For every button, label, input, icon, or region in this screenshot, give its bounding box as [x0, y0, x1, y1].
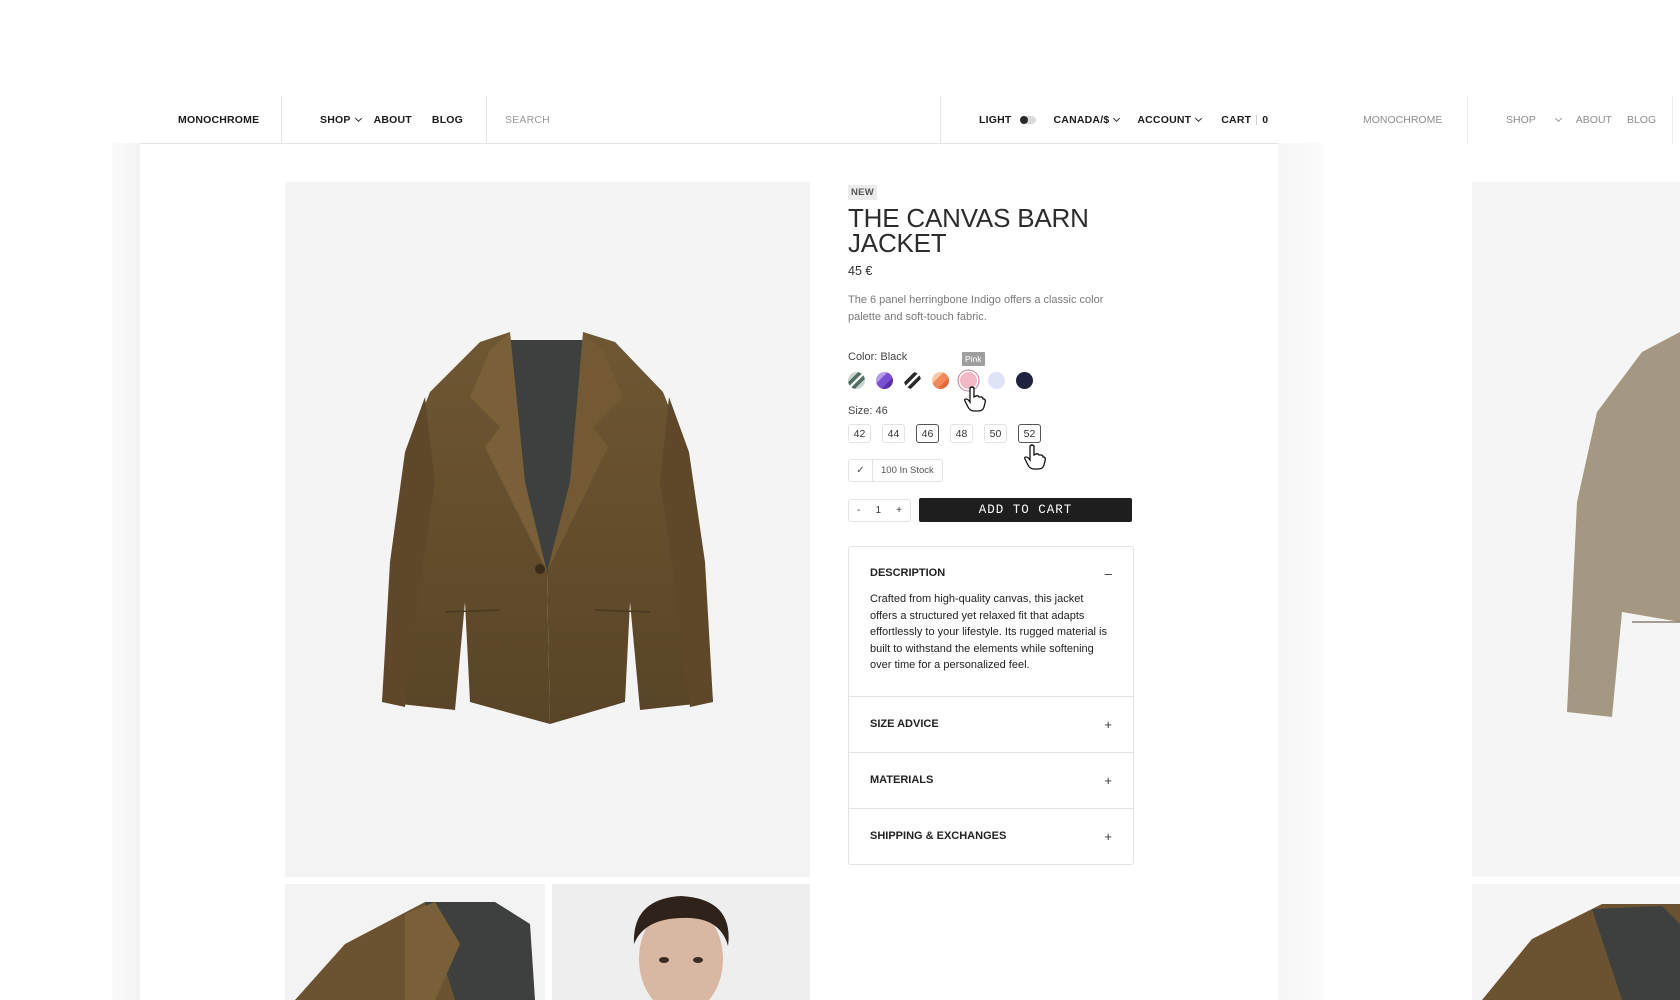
- accordion-description-title: DESCRIPTION: [870, 567, 946, 579]
- accordion-size-advice: SIZE ADVICE +: [849, 697, 1133, 753]
- color-swatch-black-white-stripe[interactable]: [904, 371, 921, 389]
- collapse-icon: –: [1104, 565, 1112, 581]
- search-input[interactable]: SEARCH: [487, 95, 941, 144]
- product-thumbnail-2[interactable]: [552, 884, 810, 1000]
- accordion-size-advice-header[interactable]: SIZE ADVICE +: [870, 697, 1112, 752]
- account-menu[interactable]: ACCOUNT: [1137, 113, 1203, 126]
- product-title: THE CANVAS BARN JACKET: [848, 205, 1134, 258]
- accordion-description: DESCRIPTION – Crafted from high-quality …: [849, 547, 1133, 697]
- color-swatch-purple[interactable]: [876, 371, 893, 389]
- product-price: 45 €: [848, 264, 873, 278]
- ghost-nav: SHOP ABOUT BLOG: [1468, 96, 1673, 144]
- ghost-logo-cell: MONOCHROME: [1325, 96, 1468, 144]
- quantity-decrease-button[interactable]: -: [857, 505, 860, 516]
- cart-label: CART: [1221, 113, 1252, 126]
- main-nav: SHOP ABOUT BLOG: [282, 95, 487, 144]
- chevron-down-icon: [1554, 114, 1562, 123]
- hand-pointer-cursor-icon: [1024, 444, 1046, 470]
- product-accordion: DESCRIPTION – Crafted from high-quality …: [848, 546, 1134, 865]
- theme-toggle[interactable]: LIGHT: [979, 114, 1036, 126]
- toggle-switch-icon: [1019, 115, 1036, 124]
- accordion-description-body: Crafted from high-quality canvas, this j…: [870, 593, 1108, 672]
- left-page-edge: [112, 143, 140, 1000]
- add-to-cart-button[interactable]: ADD TO CART: [919, 498, 1132, 522]
- product-info-panel: NEW THE CANVAS BARN JACKET 45 € The 6 pa…: [848, 182, 1134, 865]
- size-option-48[interactable]: 48: [950, 424, 973, 443]
- swatch-tooltip: Pink: [962, 352, 985, 366]
- next-product-image-preview: [1472, 182, 1680, 877]
- ghost-nav-shop: SHOP: [1506, 114, 1562, 126]
- search-placeholder: SEARCH: [505, 113, 550, 126]
- chevron-down-icon: [1113, 114, 1121, 122]
- color-swatch-green-stripe[interactable]: [848, 371, 865, 389]
- product-thumbnail-1[interactable]: [285, 884, 545, 1000]
- next-product-thumbnail-preview: [1472, 884, 1680, 1000]
- accordion-shipping-title: SHIPPING & EXCHANGES: [870, 830, 1007, 843]
- cart-count: 0: [1262, 113, 1269, 126]
- ghost-jacket-illustration: [1567, 332, 1680, 717]
- product-main-image[interactable]: [285, 182, 810, 877]
- ghost-nav-shop-label: SHOP: [1506, 114, 1536, 126]
- product-title-line-2: JACKET: [848, 228, 947, 258]
- ghost-logo: MONOCHROME: [1363, 114, 1443, 126]
- product-short-description: The 6 panel herringbone Indigo offers a …: [848, 294, 1104, 323]
- model-portrait-illustration: [633, 896, 729, 1000]
- quantity-increase-button[interactable]: +: [896, 505, 902, 516]
- size-option-52[interactable]: 52: [1018, 424, 1041, 443]
- quantity-stepper: - 1 +: [848, 498, 911, 522]
- jacket-illustration: [382, 332, 713, 724]
- account-label: ACCOUNT: [1137, 113, 1192, 126]
- logo[interactable]: MONOCHROME: [178, 114, 259, 126]
- ghost-nav-about: ABOUT: [1575, 114, 1612, 126]
- color-swatch-orange[interactable]: [932, 371, 949, 389]
- check-icon: ✓: [849, 460, 873, 481]
- accordion-size-advice-title: SIZE ADVICE: [870, 718, 939, 731]
- expand-icon: +: [1104, 716, 1112, 732]
- ghost-header: MONOCHROME SHOP ABOUT BLOG: [1325, 96, 1680, 144]
- region-label: CANADA/$: [1053, 113, 1110, 126]
- accordion-materials-header[interactable]: MATERIALS +: [870, 753, 1112, 808]
- size-option-50[interactable]: 50: [984, 424, 1007, 443]
- accordion-shipping: SHIPPING & EXCHANGES +: [849, 809, 1133, 864]
- right-page-edge: [1278, 143, 1324, 1000]
- ghost-jacket-detail-illustration: [1482, 904, 1680, 1000]
- stock-status: ✓ 100 In Stock: [848, 459, 943, 482]
- header-utilities: LIGHT CANADA/$ ACCOUNT CART 0: [941, 96, 1278, 144]
- new-badge: NEW: [848, 185, 878, 200]
- chevron-down-icon: [354, 114, 362, 122]
- add-to-cart-row: - 1 + ADD TO CART: [848, 498, 1134, 522]
- site-header: MONOCHROME SHOP ABOUT BLOG SEARCH LIGHT …: [140, 95, 1278, 144]
- accordion-materials: MATERIALS +: [849, 753, 1133, 809]
- cart-link[interactable]: CART 0: [1221, 114, 1268, 126]
- cart-divider: [1256, 114, 1258, 125]
- chevron-down-icon: [1195, 114, 1203, 122]
- jacket-detail-illustration: [295, 902, 535, 1000]
- accordion-shipping-header[interactable]: SHIPPING & EXCHANGES +: [870, 809, 1112, 864]
- stock-text: 100 In Stock: [881, 465, 934, 476]
- accordion-materials-title: MATERIALS: [870, 774, 934, 787]
- nav-about[interactable]: ABOUT: [374, 114, 412, 126]
- theme-toggle-label: LIGHT: [979, 113, 1012, 126]
- quantity-value[interactable]: 1: [875, 505, 881, 516]
- size-option-44[interactable]: 44: [882, 424, 905, 443]
- color-label: Color: Black: [848, 351, 908, 363]
- size-option-46[interactable]: 46: [916, 424, 939, 443]
- ghost-nav-blog: BLOG: [1626, 114, 1657, 126]
- expand-icon: +: [1104, 772, 1112, 788]
- size-options: 42 44 46 48 50 52: [848, 424, 1134, 443]
- size-option-42[interactable]: 42: [848, 424, 871, 443]
- color-swatches: Pink: [848, 352, 1134, 389]
- region-selector[interactable]: CANADA/$: [1053, 113, 1121, 126]
- size-label: Size: 46: [848, 405, 888, 417]
- page: MONOCHROME SHOP ABOUT BLOG SEARCH LIGHT …: [0, 0, 1680, 1000]
- logo-cell: MONOCHROME: [140, 95, 282, 144]
- nav-shop-label: SHOP: [320, 113, 351, 126]
- color-swatch-navy[interactable]: [1016, 371, 1033, 389]
- expand-icon: +: [1104, 828, 1112, 844]
- nav-blog[interactable]: BLOG: [432, 114, 463, 126]
- color-swatch-light-lavender[interactable]: [988, 371, 1005, 389]
- nav-shop[interactable]: SHOP: [320, 113, 362, 126]
- hand-pointer-cursor-icon: [964, 386, 986, 412]
